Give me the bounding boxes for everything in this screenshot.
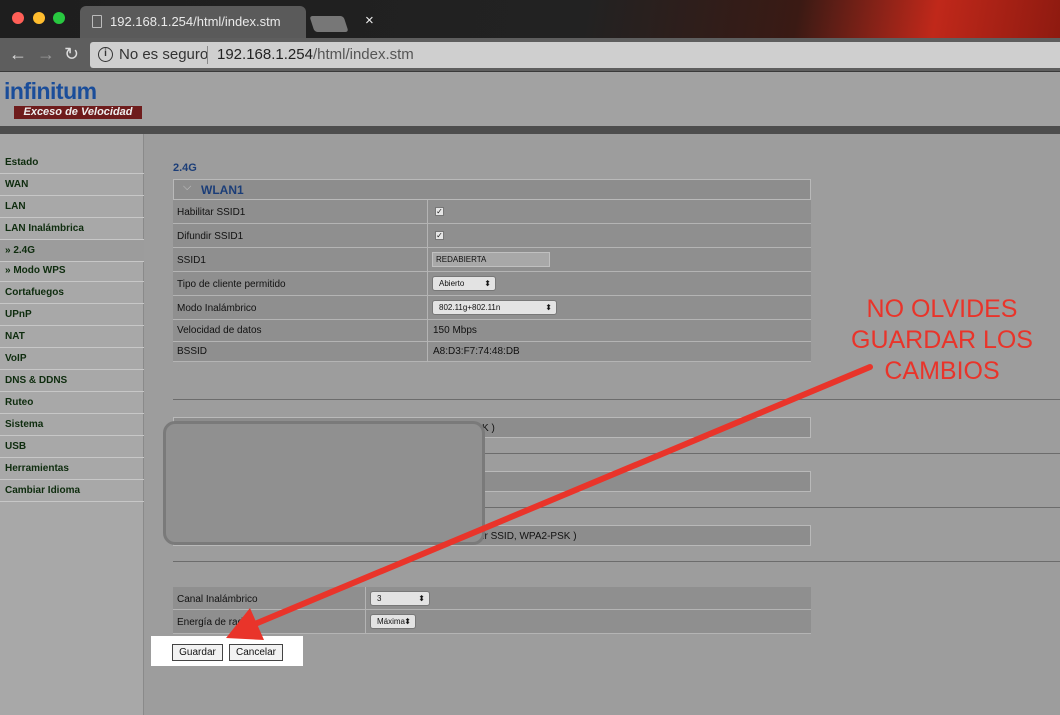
infinitum-logo: infinitum <box>4 78 97 104</box>
divider <box>173 561 1060 562</box>
table-row: Modo Inalámbrico 802.11g+802.11n ⬍ <box>173 296 811 320</box>
table-row: Canal Inalámbrico 3 ⬍ <box>173 587 811 610</box>
sidebar-item-lan-inalambrica[interactable]: LAN Inalámbrica <box>0 218 144 240</box>
row-label: Canal Inalámbrico <box>177 594 258 605</box>
address-bar[interactable]: i No es seguro 192.168.1.254/html/index.… <box>90 42 1060 68</box>
sidebar-item-wan[interactable]: WAN <box>0 174 144 196</box>
row-label: Difundir SSID1 <box>177 231 244 242</box>
bssid-value: A8:D3:F7:74:48:DB <box>433 346 520 357</box>
row-label: Modo Inalámbrico <box>177 303 257 314</box>
window-close-dot[interactable] <box>12 12 24 24</box>
new-tab-button[interactable] <box>309 16 349 32</box>
url-text[interactable]: 192.168.1.254/html/index.stm <box>217 46 414 63</box>
select-arrow-icon: ⬍ <box>418 594 425 603</box>
logo-tagline: Exceso de Velocidad <box>14 106 142 119</box>
ssid-input[interactable]: REDABIERTA <box>432 252 550 267</box>
row-label: Habilitar SSID1 <box>177 207 246 218</box>
table-row: Habilitar SSID1 ✓ <box>173 200 811 224</box>
sidebar-item-upnp[interactable]: UPnP <box>0 304 144 326</box>
page-header: infinitum Exceso de Velocidad <box>0 72 1060 126</box>
table-row: Tipo de cliente permitido Abierto ⬍ <box>173 272 811 296</box>
wlan1-label: WLAN1 <box>201 183 244 197</box>
row-label: Velocidad de datos <box>177 325 262 336</box>
row-label: SSID1 <box>177 255 206 266</box>
client-type-select[interactable]: Abierto ⬍ <box>432 276 496 291</box>
forward-arrow-icon[interactable]: → <box>37 44 55 65</box>
cancel-button[interactable]: Cancelar <box>229 644 283 661</box>
browser-titlebar: 192.168.1.254/html/index.stm × <box>0 0 1060 38</box>
radio-power-value: Máxima <box>377 617 406 626</box>
sidebar-item-cortafuegos[interactable]: Cortafuegos <box>0 282 144 304</box>
address-separator <box>207 46 208 64</box>
channel-select[interactable]: 3 ⬍ <box>370 591 430 606</box>
section-title: 2.4G <box>173 162 197 174</box>
back-arrow-icon[interactable]: ← <box>9 44 27 65</box>
chevron-down-icon: ⌵ <box>183 181 192 193</box>
tab-close-icon[interactable]: × <box>365 12 374 29</box>
enable-ssid-checkbox[interactable]: ✓ <box>435 207 444 216</box>
button-bar: Guardar Cancelar <box>151 636 303 666</box>
sidebar-item-usb[interactable]: USB <box>0 436 144 458</box>
page-icon <box>92 15 102 28</box>
window-maximize-dot[interactable] <box>53 12 65 24</box>
url-host: 192.168.1.254 <box>217 46 313 63</box>
sidebar-item-voip[interactable]: VoIP <box>0 348 144 370</box>
browser-toolbar: ← → ↻ i No es seguro 192.168.1.254/html/… <box>0 38 1060 72</box>
security-label: No es seguro <box>119 46 209 63</box>
table-row: BSSID A8:D3:F7:74:48:DB <box>173 342 811 362</box>
select-arrow-icon: ⬍ <box>404 617 411 626</box>
radio-power-select[interactable]: Máxima ⬍ <box>370 614 416 629</box>
redaction-box <box>163 421 485 545</box>
reload-icon[interactable]: ↻ <box>64 44 79 65</box>
info-icon[interactable]: i <box>98 47 113 62</box>
sidebar-item-cambiar-idioma[interactable]: Cambiar Idioma <box>0 480 144 502</box>
data-rate-value: 150 Mbps <box>433 325 477 336</box>
url-path: /html/index.stm <box>312 46 414 63</box>
browser-tab[interactable]: 192.168.1.254/html/index.stm × <box>80 6 374 38</box>
select-arrow-icon: ⬍ <box>545 303 552 312</box>
reminder-annotation: NO OLVIDES GUARDAR LOS CAMBIOS <box>851 295 1033 385</box>
header-divider <box>0 126 1060 134</box>
wireless-mode-value: 802.11g+802.11n <box>439 303 501 312</box>
table-row: Velocidad de datos 150 Mbps <box>173 320 811 342</box>
sidebar-item-lan[interactable]: LAN <box>0 196 144 218</box>
table-row: Energía de radio Máxima ⬍ <box>173 610 811 634</box>
save-button[interactable]: Guardar <box>172 644 223 661</box>
sidebar-item-sistema[interactable]: Sistema <box>0 414 144 436</box>
sidebar-item-ruteo[interactable]: Ruteo <box>0 392 144 414</box>
sidebar-item-modo-wps[interactable]: » Modo WPS <box>0 260 144 282</box>
sidebar-item-24g[interactable]: » 2.4G <box>0 240 144 262</box>
sidebar-item-nat[interactable]: NAT <box>0 326 144 348</box>
table-row: SSID1 REDABIERTA <box>173 248 811 272</box>
tab-title: 192.168.1.254/html/index.stm <box>110 14 281 29</box>
channel-value: 3 <box>377 594 382 603</box>
select-arrow-icon: ⬍ <box>484 279 491 288</box>
client-type-value: Abierto <box>439 279 465 288</box>
divider <box>173 399 1060 400</box>
sidebar-item-herramientas[interactable]: Herramientas <box>0 458 144 480</box>
router-page: infinitum Exceso de Velocidad Estado WAN… <box>0 72 1060 715</box>
sidebar-item-dns-ddns[interactable]: DNS & DDNS <box>0 370 144 392</box>
sidebar-item-estado[interactable]: Estado <box>0 152 144 174</box>
window-minimize-dot[interactable] <box>33 12 45 24</box>
row-label: BSSID <box>177 346 208 357</box>
table-row: Difundir SSID1 ✓ <box>173 224 811 248</box>
row-label: Tipo de cliente permitido <box>177 279 286 290</box>
wireless-mode-select[interactable]: 802.11g+802.11n ⬍ <box>432 300 557 315</box>
row-label: Energía de radio <box>177 617 251 628</box>
wlan1-header[interactable]: ⌵ WLAN1 <box>173 179 811 200</box>
broadcast-ssid-checkbox[interactable]: ✓ <box>435 231 444 240</box>
sidebar-nav: Estado WAN LAN LAN Inalámbrica » 2.4G » … <box>0 134 144 715</box>
